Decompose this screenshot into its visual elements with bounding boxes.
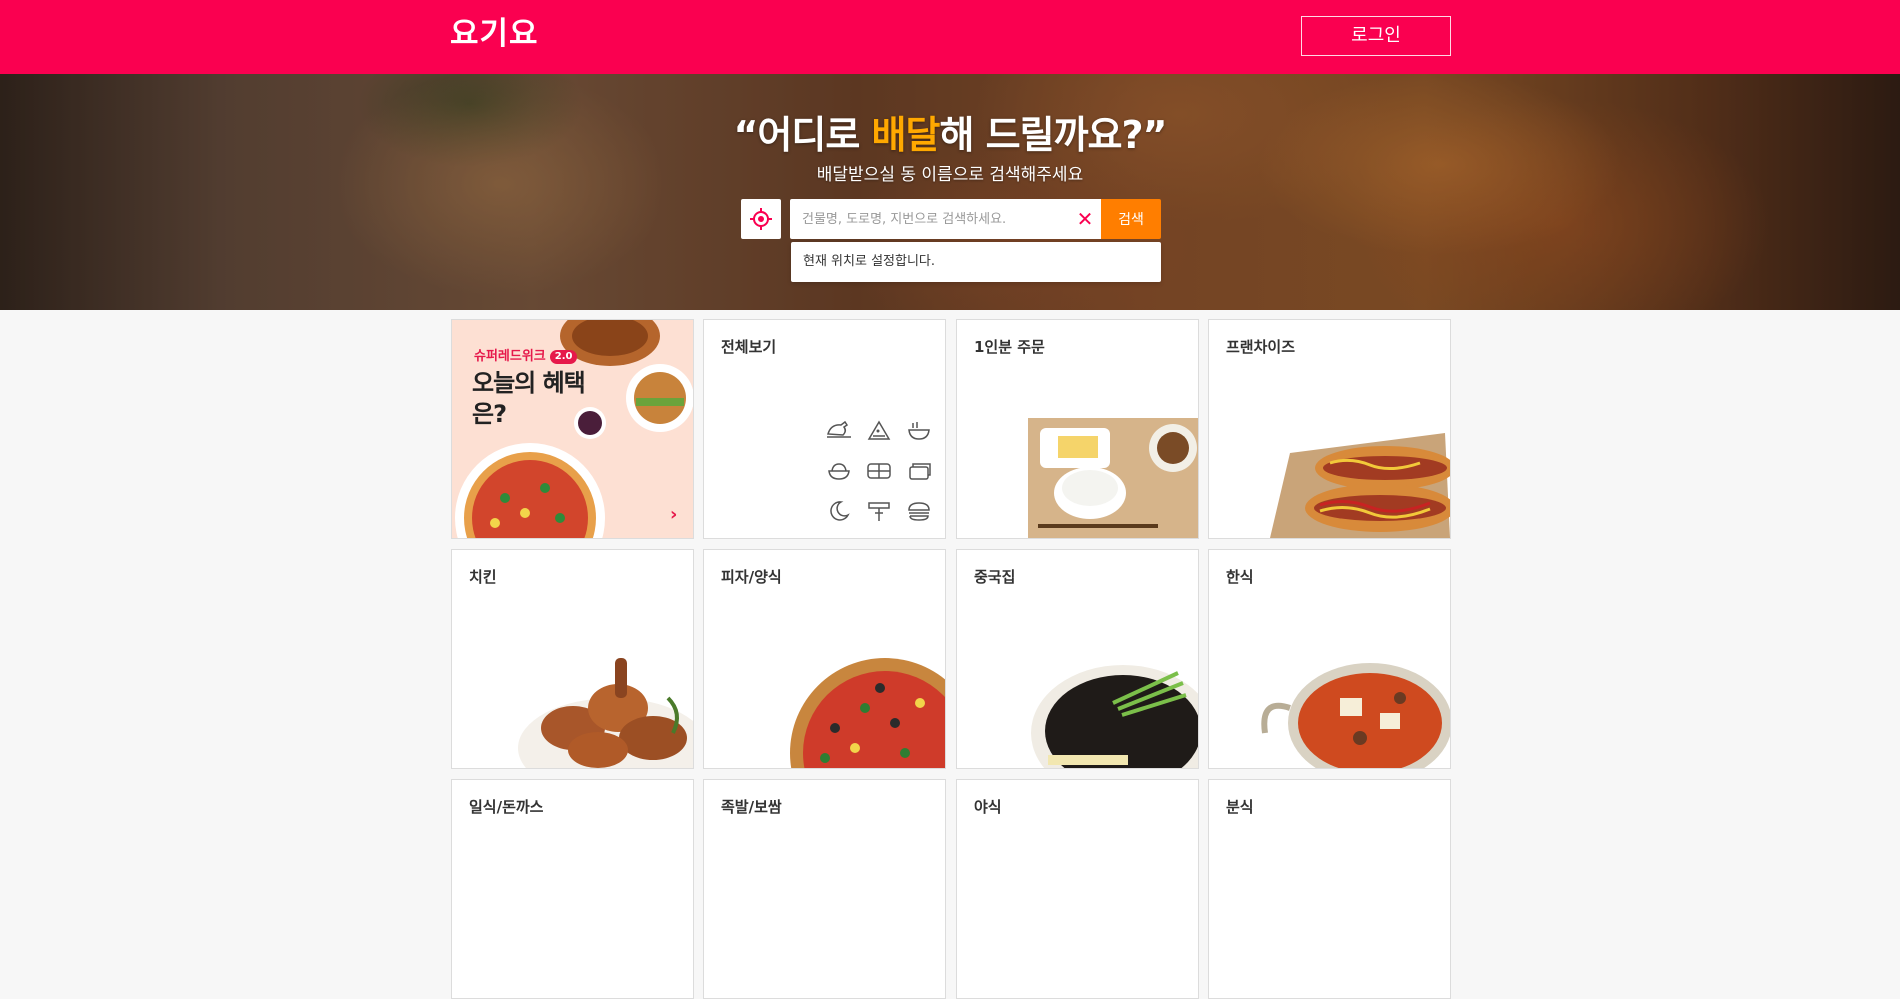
category-label: 한식 <box>1226 568 1254 586</box>
hero-subtitle: 배달받으실 동 이름으로 검색해주세요 <box>816 165 1084 185</box>
category-label: 족발/보쌈 <box>721 798 782 816</box>
promo-banner[interactable]: 슈퍼레드위크 2.0 오늘의 혜택은? › <box>451 319 694 539</box>
category-label: 피자/양식 <box>721 568 782 586</box>
search-button[interactable]: 검색 <box>1101 199 1161 239</box>
noodle-bowl-icon <box>904 416 934 446</box>
category-label: 1인분 주문 <box>974 338 1045 356</box>
current-location-suggestion[interactable]: 현재 위치로 설정합니다. <box>791 242 1161 282</box>
promo-title: 오늘의 혜택은? <box>472 369 586 428</box>
category-chinese[interactable]: 중국집 <box>956 549 1199 769</box>
category-label: 야식 <box>974 798 1002 816</box>
category-label: 중국집 <box>974 568 1016 586</box>
skewer-icon <box>864 496 894 526</box>
chicken-icon <box>824 416 854 446</box>
hotdog-photo <box>1270 433 1450 538</box>
jajangmyeon-photo <box>1031 665 1198 768</box>
current-location-button[interactable] <box>741 199 781 239</box>
address-search-hero: “어디로 배달해 드릴까요?” 배달받으실 동 이름으로 검색해주세요 ✕ 검색… <box>0 74 1900 310</box>
promo-tag: 슈퍼레드위크 2.0 <box>474 345 578 364</box>
category-label: 프랜차이즈 <box>1226 338 1296 356</box>
category-label: 분식 <box>1226 798 1254 816</box>
moon-icon <box>824 496 854 526</box>
stew-photo <box>1261 663 1450 768</box>
category-single-serving[interactable]: 1인분 주문 <box>956 319 1199 539</box>
category-jokbal-bossam[interactable]: 족발/보쌈 <box>703 779 946 999</box>
category-korean[interactable]: 한식 <box>1208 549 1451 769</box>
hero-title-highlight: 배달 <box>871 113 941 157</box>
crosshair-icon <box>750 208 772 230</box>
category-label: 일식/돈까스 <box>469 798 544 816</box>
bento-icon <box>864 456 894 486</box>
burger-icon <box>904 496 934 526</box>
category-pizza-western[interactable]: 피자/양식 <box>703 549 946 769</box>
close-icon[interactable]: ✕ <box>1074 207 1096 231</box>
single-meal-photo <box>1028 418 1198 538</box>
address-search-box: ✕ <box>790 199 1101 239</box>
category-chicken[interactable]: 치킨 <box>451 549 694 769</box>
category-japanese-katsu[interactable]: 일식/돈까스 <box>451 779 694 999</box>
yogiyo-logo[interactable]: 요기요 <box>450 16 539 52</box>
top-header: 요기요 로그인 <box>0 0 1900 74</box>
hero-title: “어디로 배달해 드릴까요?” <box>733 113 1167 157</box>
category-label: 전체보기 <box>721 338 777 356</box>
address-search-input[interactable] <box>790 199 1070 239</box>
stacked-box-icon <box>904 456 934 486</box>
promo-version-badge: 2.0 <box>549 350 578 364</box>
pizza-photo <box>790 658 945 768</box>
chicken-photo <box>518 658 693 768</box>
pizza-icon <box>864 416 894 446</box>
chevron-right-icon[interactable]: › <box>670 504 677 525</box>
category-franchise[interactable]: 프랜차이즈 <box>1208 319 1451 539</box>
category-all[interactable]: 전체보기 <box>703 319 946 539</box>
login-button[interactable]: 로그인 <box>1301 16 1451 56</box>
category-icons-grid <box>824 416 939 526</box>
category-snack[interactable]: 분식 <box>1208 779 1451 999</box>
category-label: 치킨 <box>469 568 497 586</box>
rice-bowl-icon <box>824 456 854 486</box>
category-late-night[interactable]: 야식 <box>956 779 1199 999</box>
